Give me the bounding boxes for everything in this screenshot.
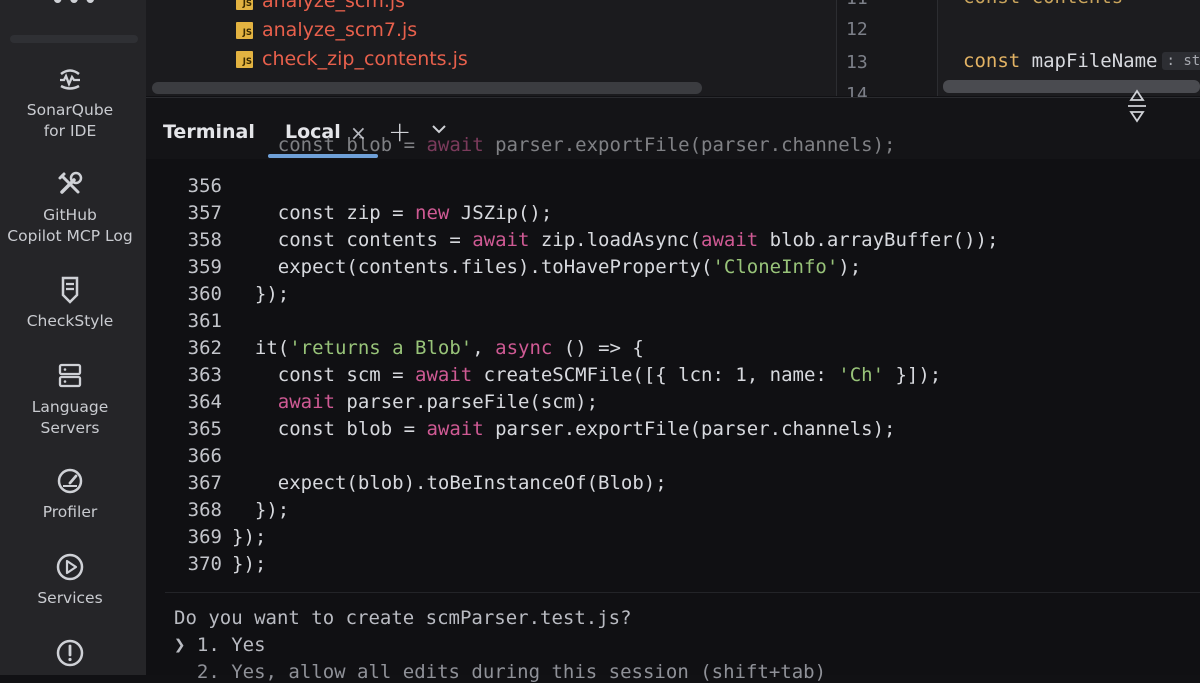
editor-horizontal-scrollbar[interactable]: [943, 80, 1200, 93]
terminal-code-line: });: [232, 551, 266, 578]
type-hint: : st: [1162, 52, 1200, 70]
terminal-code-line: expect(contents.files).toHaveProperty('C…: [232, 254, 861, 281]
terminal-line-number: 369: [0, 524, 222, 551]
more-tools-icon[interactable]: •••: [50, 0, 90, 16]
prompt-option-yes-all[interactable]: 2. Yes, allow all edits during this sess…: [174, 661, 826, 683]
resize-handle-icon[interactable]: [1124, 86, 1150, 126]
editor-line: const contents: [963, 0, 1123, 8]
file-name: analyze_scm.js: [262, 0, 405, 12]
terminal-line-number: 365: [0, 416, 222, 443]
terminal-line-number: 356: [0, 173, 222, 200]
terminal-line-number: 364: [0, 389, 222, 416]
terminal-code-line: expect(blob).toBeInstanceOf(Blob);: [232, 470, 667, 497]
sidebar-item-sonarqube[interactable]: SonarQubefor IDE: [0, 64, 140, 142]
terminal-line-number: 359: [0, 254, 222, 281]
terminal-code-line: const zip = new JSZip();: [232, 200, 552, 227]
editor-line-13: const mapFileName: st: [963, 50, 1200, 72]
project-horizontal-scrollbar[interactable]: [152, 82, 702, 94]
line-number: 12: [846, 19, 868, 40]
terminal-line-number: 363: [0, 362, 222, 389]
terminal-line-number: 368: [0, 497, 222, 524]
terminal-line-number: 360: [0, 281, 222, 308]
file-item[interactable]: JS analyze_scm7.js: [236, 18, 417, 42]
file-name: analyze_scm7.js: [262, 19, 417, 41]
sidebar-separator: [10, 35, 138, 43]
file-item[interactable]: JS check_zip_contents.js: [236, 47, 468, 71]
terminal-line-number: 362: [0, 335, 222, 362]
terminal-code-line: await parser.parseFile(scm);: [232, 389, 598, 416]
terminal-code-line: });: [232, 524, 266, 551]
terminal-code-line: const blob = await parser.exportFile(par…: [232, 416, 895, 443]
file-item[interactable]: JS analyze_scm.js: [236, 0, 405, 13]
line-number: 13: [846, 52, 868, 73]
file-name: check_zip_contents.js: [262, 48, 468, 70]
prompt-question: Do you want to create scmParser.test.js?: [174, 607, 632, 629]
terminal-line-number: 367: [0, 470, 222, 497]
terminal-line-number: 370: [0, 551, 222, 578]
editor-gutter: [836, 0, 937, 96]
terminal-code-line: it('returns a Blob', async () => {: [232, 335, 644, 362]
terminal-line-number: 361: [0, 308, 222, 335]
terminal-code-line: const blob = await parser.exportFile(par…: [232, 132, 895, 159]
sonarqube-icon: [55, 64, 85, 94]
terminal-code-line: });: [232, 281, 289, 308]
output-divider: [165, 592, 1200, 593]
line-number: 11: [846, 0, 868, 9]
terminal-code-line: });: [232, 497, 289, 524]
terminal-code-line: const contents = await zip.loadAsync(awa…: [232, 227, 998, 254]
js-file-icon: JS: [236, 0, 253, 10]
terminal-line-number: 366: [0, 443, 222, 470]
terminal-line-number: 358: [0, 227, 222, 254]
prompt-option-yes[interactable]: ❯ 1. Yes: [174, 634, 266, 656]
sidebar-item-problems[interactable]: [0, 638, 140, 674]
alert-icon: [55, 638, 85, 668]
terminal-code-line: const scm = await createSCMFile([{ lcn: …: [232, 362, 941, 389]
terminal-line-number: 357: [0, 200, 222, 227]
js-file-icon: JS: [236, 22, 253, 39]
js-file-icon: JS: [236, 51, 253, 68]
